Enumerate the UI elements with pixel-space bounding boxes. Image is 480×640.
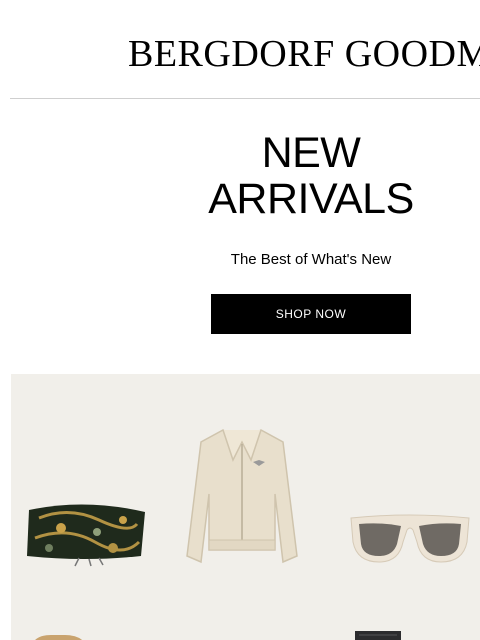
- sunglasses-icon: [350, 514, 470, 563]
- brand-logo[interactable]: BERGDORF GOODMAN: [128, 30, 480, 78]
- product-tile-denim[interactable]: [353, 628, 403, 640]
- product-tile-clutch[interactable]: [19, 498, 153, 568]
- shop-now-button[interactable]: SHOP NOW: [211, 294, 411, 334]
- hero-tagline: The Best of What's New: [230, 251, 392, 268]
- headline-line-1: NEW: [261, 129, 361, 177]
- product-grid: [11, 374, 480, 640]
- hero-headline: NEW ARRIVALS: [150, 130, 472, 222]
- tan-item-icon: [35, 635, 83, 640]
- denim-item-icon: [355, 631, 401, 640]
- product-tile-tan[interactable]: [31, 630, 87, 640]
- cropped-jacket-icon: [186, 429, 298, 564]
- header-divider: [10, 98, 480, 99]
- beaded-clutch-icon: [27, 504, 145, 567]
- product-tile-jacket[interactable]: [183, 424, 301, 568]
- headline-line-2: ARRIVALS: [208, 175, 414, 223]
- product-tile-sunglasses[interactable]: [349, 512, 471, 566]
